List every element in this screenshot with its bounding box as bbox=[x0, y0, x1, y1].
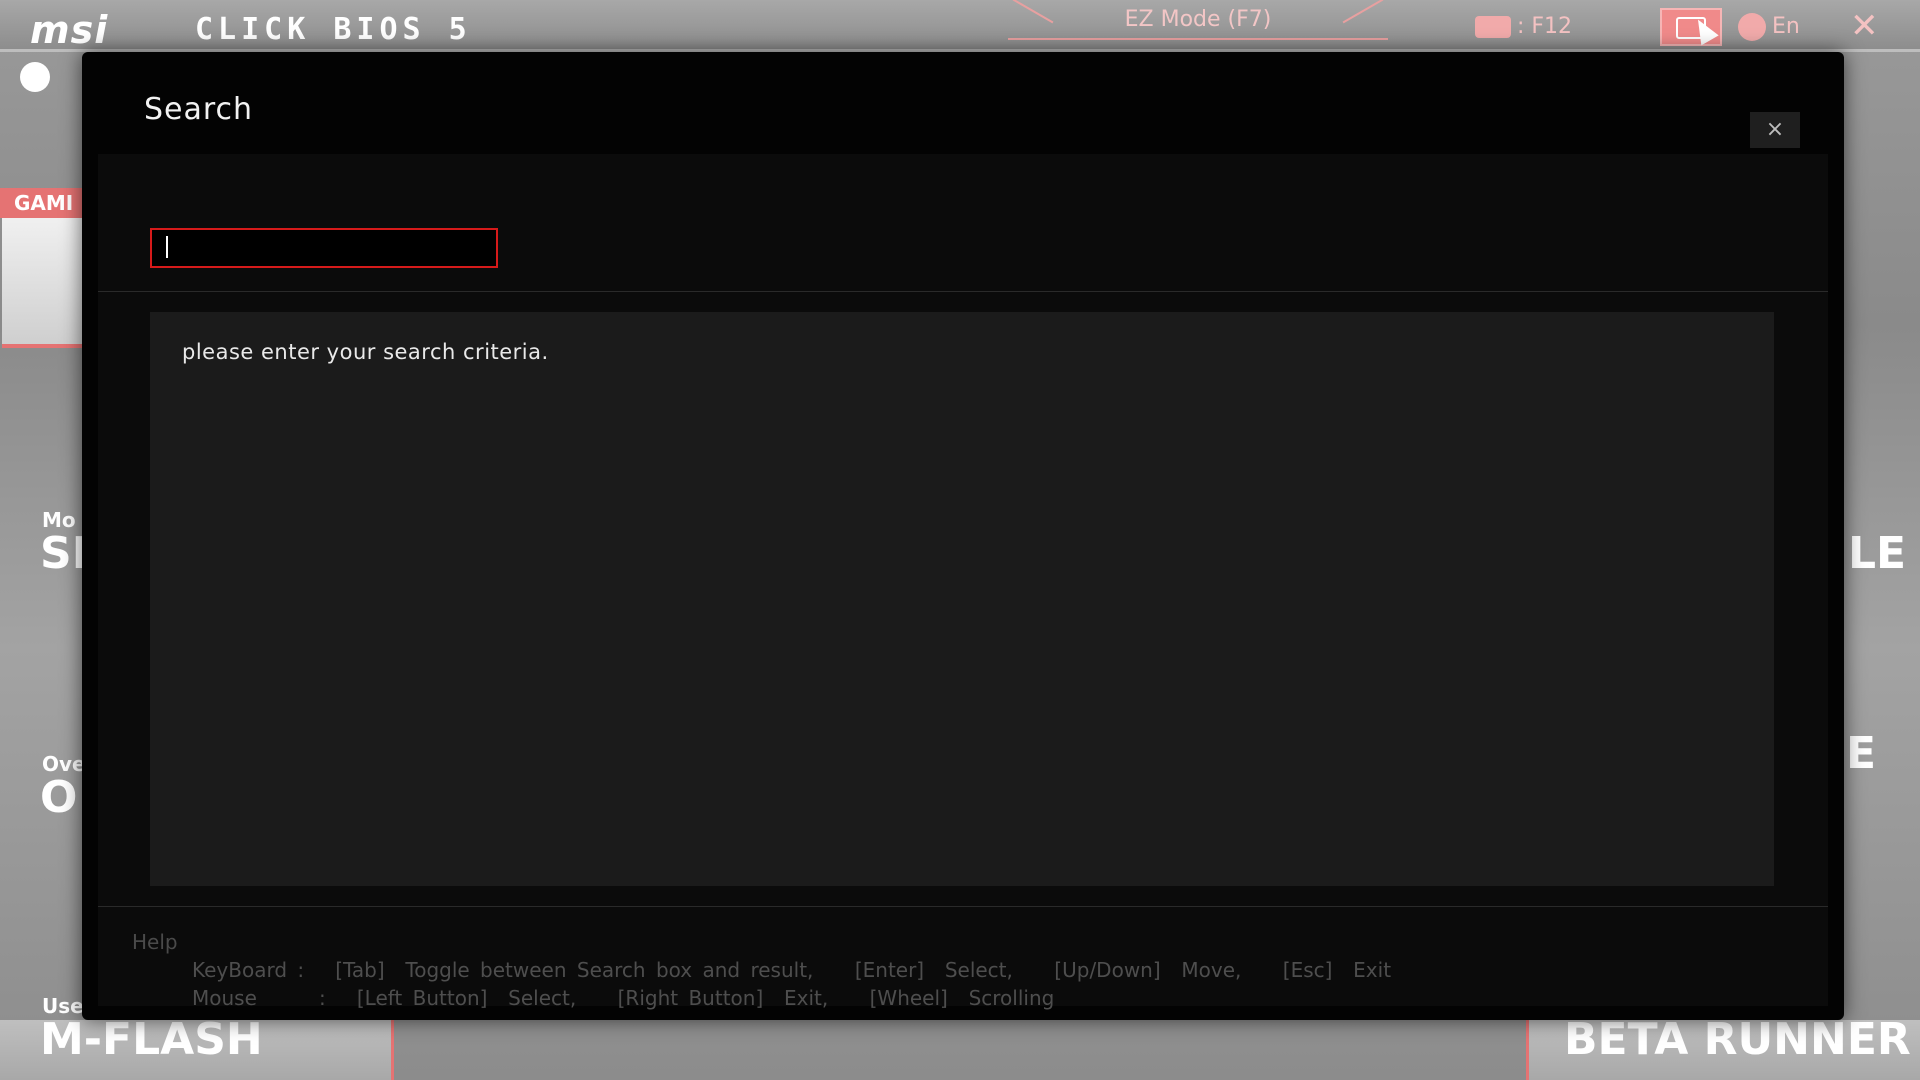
help-title: Help bbox=[132, 930, 178, 954]
bg-label-le: LE bbox=[1848, 528, 1907, 579]
game-boost-tab[interactable]: GAMI bbox=[0, 188, 82, 218]
text-caret bbox=[166, 236, 168, 258]
screenshot-key-label: : F12 bbox=[1517, 14, 1573, 39]
bg-label-si: SI bbox=[40, 528, 82, 579]
bios-title: CLICK BIOS 5 bbox=[195, 12, 472, 47]
help-divider bbox=[98, 906, 1828, 907]
screenshot-button[interactable]: : F12 bbox=[1475, 12, 1572, 42]
camera-icon bbox=[1475, 16, 1511, 38]
search-row bbox=[98, 154, 1828, 292]
language-button[interactable]: En bbox=[1738, 12, 1800, 42]
game-boost-panel[interactable] bbox=[2, 218, 82, 348]
help-keyboard-line: KeyBoard : [Tab] Toggle between Search b… bbox=[192, 958, 1392, 982]
beta-runner-label[interactable]: BETA RUNNER bbox=[1564, 1014, 1911, 1065]
language-label: En bbox=[1772, 14, 1800, 39]
close-icon[interactable]: ✕ bbox=[1850, 6, 1879, 46]
search-input[interactable] bbox=[150, 228, 498, 268]
globe-icon bbox=[1738, 13, 1766, 41]
dialog-close-button[interactable]: × bbox=[1750, 112, 1800, 148]
search-dialog: Search × please enter your search criter… bbox=[82, 52, 1844, 1020]
m-flash-label[interactable]: M-FLASH bbox=[40, 1014, 263, 1065]
bg-label-e: E bbox=[1846, 728, 1877, 779]
clock-icon bbox=[20, 62, 50, 92]
help-mouse-line: Mouse : [Left Button] Select, [Right But… bbox=[192, 986, 1055, 1010]
ez-mode-button[interactable]: EZ Mode (F7) bbox=[1008, 0, 1388, 40]
bg-label-o: O bbox=[40, 772, 78, 823]
results-message: please enter your search criteria. bbox=[182, 340, 549, 364]
top-bar: msi CLICK BIOS 5 EZ Mode (F7) : F12 En ✕ bbox=[0, 0, 1920, 52]
search-results-panel[interactable]: please enter your search criteria. bbox=[150, 312, 1774, 886]
dialog-body: please enter your search criteria. Help … bbox=[98, 154, 1828, 1010]
dialog-title: Search bbox=[144, 92, 254, 127]
msi-logo: msi bbox=[30, 8, 109, 52]
